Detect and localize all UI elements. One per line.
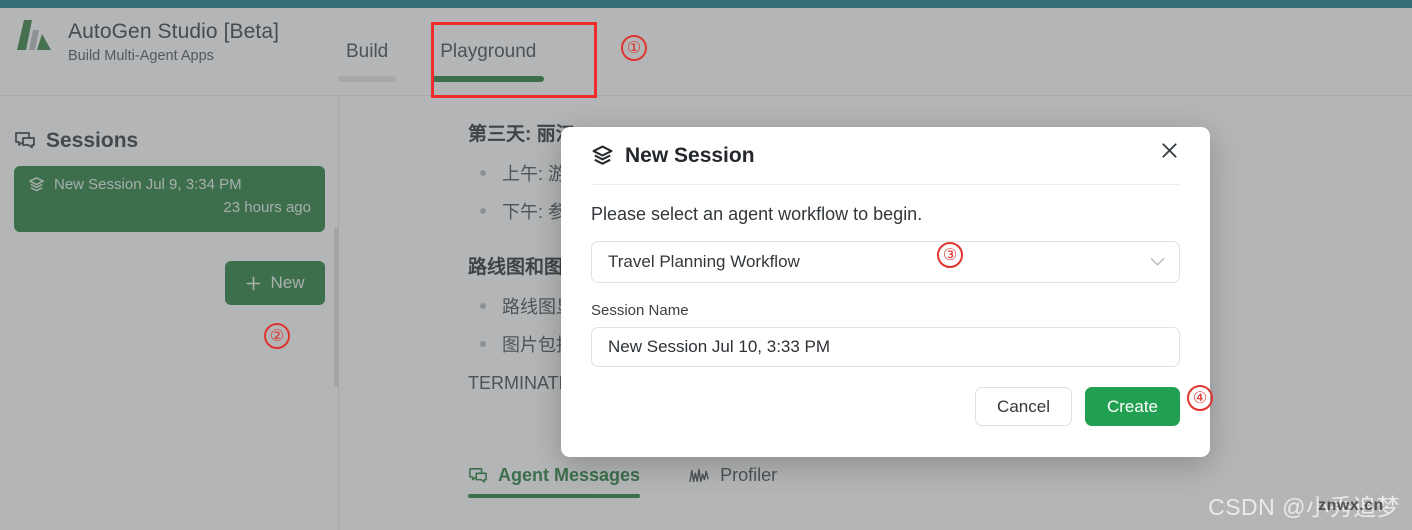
modal-actions: Cancel Create (591, 387, 1180, 426)
tab-playground-label: Playground (440, 41, 537, 62)
tab-agent-messages[interactable]: Agent Messages (468, 465, 641, 498)
modal-header: New Session (591, 127, 1180, 185)
layers-icon (592, 145, 613, 165)
session-name: New Session Jul 9, 3:34 PM (54, 176, 242, 193)
activity-icon (689, 468, 709, 482)
new-session-modal: New Session Please select an agent workf… (561, 127, 1210, 457)
session-timestamp: 23 hours ago (223, 199, 311, 216)
session-list-item[interactable]: New Session Jul 9, 3:34 PM 23 hours ago (14, 166, 325, 232)
sessions-title: Sessions (46, 129, 139, 152)
workflow-select-value: Travel Planning Workflow (608, 252, 800, 271)
top-accent-strip (0, 0, 1412, 8)
modal-title: New Session (625, 143, 755, 167)
session-name-input[interactable] (591, 327, 1180, 367)
tab-build-underline (338, 76, 397, 82)
sessions-sidebar: Sessions New Session Jul 9, 3:34 PM 23 h… (0, 97, 339, 530)
create-button[interactable]: Create (1084, 387, 1180, 426)
close-button[interactable] (1154, 135, 1184, 165)
layers-icon (29, 177, 44, 192)
tab-build-label: Build (346, 41, 389, 62)
sessions-header: Sessions (14, 129, 138, 153)
session-name-label: Session Name (591, 302, 689, 319)
result-tabs: Agent Messages Profiler (468, 465, 777, 498)
new-session-button[interactable]: New (225, 261, 325, 305)
close-icon (1161, 142, 1177, 158)
tab-profiler-label: Profiler (720, 465, 778, 485)
workflow-select[interactable]: Travel Planning Workflow (591, 241, 1180, 283)
chat-bubbles-icon (469, 467, 487, 483)
chevron-down-icon (1150, 252, 1165, 272)
tab-profiler[interactable]: Profiler (688, 465, 777, 498)
tab-build[interactable]: Build (320, 8, 414, 96)
modal-description: Please select an agent workflow to begin… (591, 204, 923, 224)
chat-bubbles-icon (15, 132, 35, 149)
plus-icon (247, 276, 261, 290)
sidebar-scrollbar[interactable] (334, 227, 339, 387)
nav-tabs: Build Playground (320, 8, 562, 96)
app-title: AutoGen Studio [Beta] (68, 19, 280, 43)
tab-agent-messages-label: Agent Messages (498, 465, 641, 485)
brand: AutoGen Studio [Beta] Build Multi-Agent … (10, 16, 279, 68)
app-header: AutoGen Studio [Beta] Build Multi-Agent … (0, 8, 1412, 96)
autogen-logo-icon (17, 20, 51, 50)
tab-playground[interactable]: Playground (414, 8, 562, 96)
screenshot-root: AutoGen Studio [Beta] Build Multi-Agent … (0, 0, 1412, 530)
app-subtitle: Build Multi-Agent Apps (68, 47, 214, 64)
cancel-button[interactable]: Cancel (975, 387, 1072, 426)
tab-playground-underline (432, 76, 545, 82)
new-session-label: New (270, 273, 305, 292)
